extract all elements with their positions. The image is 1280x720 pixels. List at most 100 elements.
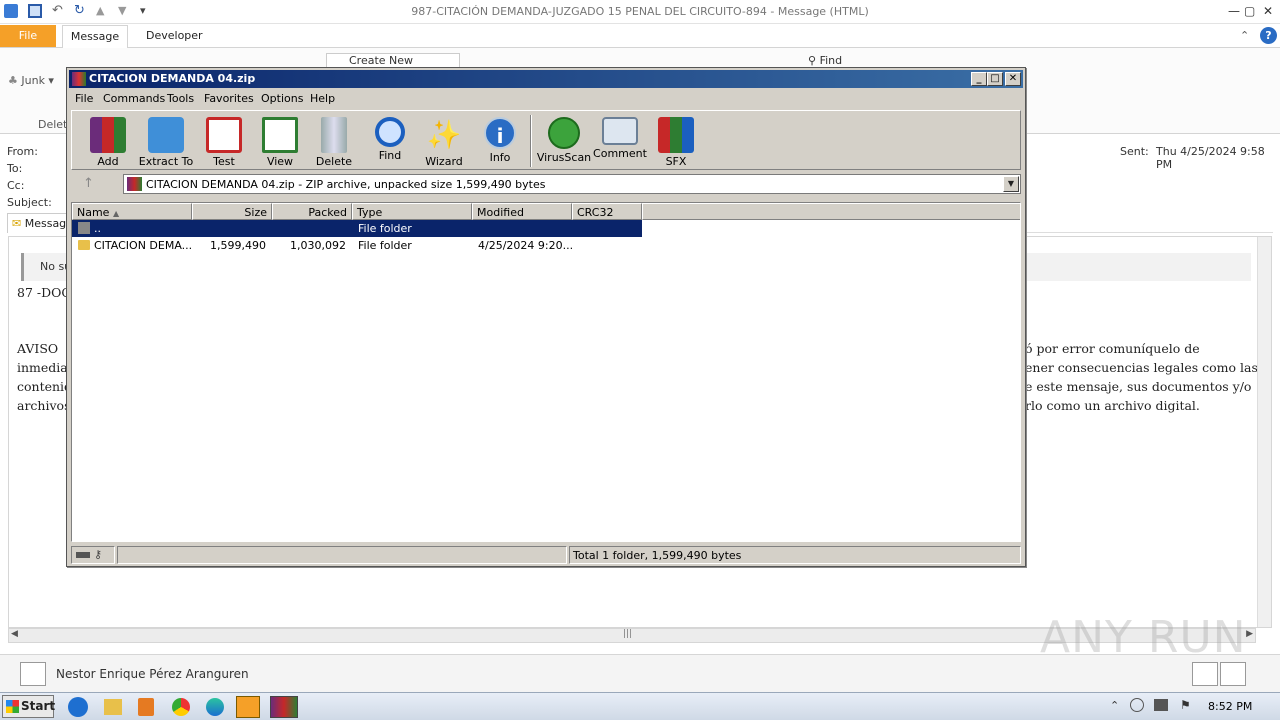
display-icon[interactable] xyxy=(1154,699,1168,711)
magic-wand-icon: ✨ xyxy=(426,118,462,151)
row-type: File folder xyxy=(358,222,412,235)
menu-favorites[interactable]: Favorites xyxy=(204,92,254,105)
comment-icon xyxy=(602,117,638,145)
winrar-app-icon xyxy=(72,72,86,86)
sfx-button[interactable]: SFX xyxy=(646,113,706,169)
up-folder-icon[interactable]: ↑ xyxy=(83,176,94,191)
winrar-taskbar-icon[interactable] xyxy=(270,696,298,718)
table-row[interactable]: CITACION DEMA... 1,599,490 1,030,092 Fil… xyxy=(72,237,642,254)
column-name[interactable]: Name ▲ xyxy=(72,203,192,220)
key-icon: ⚷ xyxy=(94,548,103,561)
extract-to-button[interactable]: Extract To xyxy=(136,113,196,169)
outlook-taskbar-icon[interactable] xyxy=(236,696,260,718)
close-icon[interactable]: ✕ xyxy=(1263,4,1273,18)
column-packed[interactable]: Packed xyxy=(272,203,352,220)
start-label: Start xyxy=(21,699,56,713)
avatar-small-1[interactable] xyxy=(1192,662,1218,686)
row-name: .. xyxy=(94,222,101,235)
windows-logo-icon xyxy=(6,700,19,713)
scroll-right-icon[interactable]: ▶ xyxy=(1246,629,1253,639)
vertical-scrollbar[interactable] xyxy=(1257,237,1271,627)
explorer-icon[interactable] xyxy=(104,699,122,715)
delete-group-label: Delet xyxy=(38,118,68,131)
table-row[interactable]: .. File folder xyxy=(72,220,642,237)
dropdown-arrow-icon[interactable]: ▼ xyxy=(1003,176,1019,192)
show-hidden-icons[interactable]: ⌃ xyxy=(1110,699,1119,712)
avatar-small-2[interactable] xyxy=(1220,662,1246,686)
view-button[interactable]: View xyxy=(250,113,310,169)
column-crc32[interactable]: CRC32 xyxy=(572,203,642,220)
add-button[interactable]: Add xyxy=(78,113,138,169)
view-label: View xyxy=(266,155,294,168)
virusscan-button[interactable]: VirusScan xyxy=(534,113,594,169)
tab-developer[interactable]: Developer xyxy=(140,25,209,47)
tab-file[interactable]: File xyxy=(0,25,56,47)
edge-icon[interactable] xyxy=(206,698,224,716)
winrar-toolbar: Add Extract To Test View Delete Find ✨ W… xyxy=(71,110,1021,170)
clock[interactable]: 8:52 PM xyxy=(1208,700,1252,713)
info-label: Info xyxy=(489,151,511,164)
magnifier-icon xyxy=(375,117,405,147)
network-icon[interactable] xyxy=(1130,698,1144,712)
row-modified: 4/25/2024 9:20... xyxy=(478,239,574,252)
archive-path-field[interactable]: CITACION DEMANDA 04.zip - ZIP archive, u… xyxy=(123,174,1021,194)
message-tab-label: Messag xyxy=(24,217,67,230)
aviso-right-1: ó por error comuníquelo de xyxy=(1025,341,1200,356)
message-tab[interactable]: ✉ Messag xyxy=(7,213,72,233)
chrome-icon[interactable] xyxy=(172,698,190,716)
winrar-title: CITACION DEMANDA 04.zip xyxy=(89,72,256,85)
minimize-icon[interactable]: — xyxy=(1228,4,1240,18)
delete-button[interactable]: Delete xyxy=(304,113,364,169)
test-button[interactable]: Test xyxy=(194,113,254,169)
column-modified[interactable]: Modified xyxy=(472,203,572,220)
sender-name[interactable]: Nestor Enrique Pérez Aranguren xyxy=(56,667,249,681)
flag-icon[interactable]: ⚑ xyxy=(1180,698,1191,712)
menu-options[interactable]: Options xyxy=(261,92,303,105)
tab-message[interactable]: Message xyxy=(62,25,128,48)
scroll-left-icon[interactable]: ◀ xyxy=(11,629,18,639)
menu-commands[interactable]: Commands xyxy=(103,92,165,105)
column-type[interactable]: Type xyxy=(352,203,472,220)
folder-icon xyxy=(78,240,90,250)
ie-icon[interactable] xyxy=(68,697,88,717)
bug-icon xyxy=(548,117,580,149)
add-label: Add xyxy=(97,155,119,168)
taskbar: Start ⌃ ⚑ 8:52 PM xyxy=(0,692,1280,720)
clipboard-check-icon xyxy=(206,117,242,153)
menu-file[interactable]: File xyxy=(75,92,93,105)
info-button[interactable]: i Info xyxy=(470,113,530,169)
binoculars-icon: ⚲ xyxy=(808,54,817,67)
from-label: From: xyxy=(7,145,38,158)
find-label: Find xyxy=(819,54,843,67)
find-tool-button[interactable]: Find xyxy=(360,113,420,169)
help-icon[interactable]: ? xyxy=(1260,27,1277,44)
winrar-close-icon[interactable]: ✕ xyxy=(1005,72,1021,86)
menu-help[interactable]: Help xyxy=(310,92,335,105)
winrar-window: CITACION DEMANDA 04.zip _ □ ✕ File Comma… xyxy=(66,67,1026,567)
drive-icon xyxy=(76,552,90,558)
junk-button[interactable]: ♣ Junk ▾ xyxy=(8,74,54,87)
scroll-thumb-icon[interactable]: ||| xyxy=(623,629,632,639)
column-size[interactable]: Size xyxy=(192,203,272,220)
row-name: CITACION DEMA... xyxy=(94,239,193,252)
winrar-minimize-icon[interactable]: _ xyxy=(971,72,987,86)
start-button[interactable]: Start xyxy=(2,695,56,718)
row-type: File folder xyxy=(358,239,412,252)
collapse-ribbon-icon[interactable]: ⌃ xyxy=(1240,29,1249,42)
maximize-icon[interactable]: ▢ xyxy=(1244,4,1255,18)
status-icons: ⚷ xyxy=(71,546,115,564)
comment-label: Comment xyxy=(593,147,647,160)
aviso-right-4: rlo como un archivo digital. xyxy=(1025,398,1200,413)
wizard-button[interactable]: ✨ Wizard xyxy=(414,113,474,169)
winrar-maximize-icon[interactable]: □ xyxy=(987,72,1003,86)
status-left xyxy=(117,546,567,564)
comment-button[interactable]: Comment xyxy=(590,113,650,169)
file-list[interactable]: Name ▲ Size Packed Type Modified CRC32 .… xyxy=(71,202,1021,542)
find-button[interactable]: ⚲ Find xyxy=(808,54,842,67)
trash-icon xyxy=(321,117,347,153)
media-player-icon[interactable] xyxy=(138,698,154,716)
avatar[interactable] xyxy=(20,662,46,686)
window-title: 987-CITACIÓN DEMANDA-JUZGADO 15 PENAL DE… xyxy=(411,5,869,18)
menu-tools[interactable]: Tools xyxy=(167,92,194,105)
status-bar: ⚷ Total 1 folder, 1,599,490 bytes xyxy=(71,545,1021,565)
